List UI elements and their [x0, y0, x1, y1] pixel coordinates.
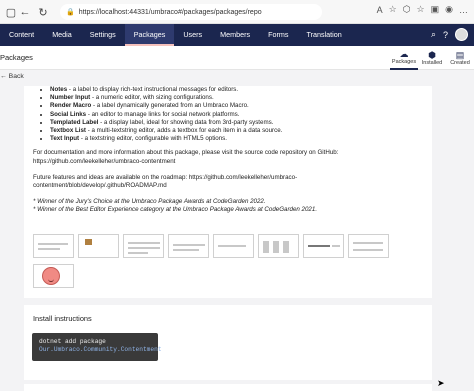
nav-icons: ⌕ ? — [431, 28, 468, 41]
reload-icon[interactable]: ↻ — [36, 5, 50, 19]
nav-forms[interactable]: Forms — [259, 24, 297, 46]
tab-icon[interactable]: ▢ — [4, 5, 18, 19]
list-item: Textbox List - a multi-textstring editor… — [50, 127, 423, 135]
screenshot-thumbnail[interactable] — [123, 234, 164, 258]
package-description: Notes - a label to display rich-text ins… — [24, 86, 432, 298]
nav-users[interactable]: Users — [174, 24, 211, 46]
editor-list: Notes - a label to display rich-text ins… — [33, 86, 423, 143]
favorite-icon[interactable]: ☆ — [389, 4, 397, 15]
editor-desc: - a label dynamically generated from an … — [91, 102, 249, 110]
editor-name: Notes — [50, 86, 68, 93]
back-link[interactable]: ← Back — [0, 70, 474, 86]
back-icon[interactable]: ← — [18, 5, 32, 19]
nav-media[interactable]: Media — [43, 24, 81, 46]
collections-icon[interactable]: ▣ — [431, 4, 440, 15]
top-navigation: Content Media Settings Packages Users Me… — [0, 24, 474, 46]
screenshot-thumbnail[interactable] — [78, 234, 119, 258]
nav-settings[interactable]: Settings — [81, 24, 125, 46]
next-card — [24, 384, 432, 391]
screenshot-thumbnail[interactable] — [213, 234, 254, 258]
roadmap-text: Future features and ideas are available … — [33, 173, 298, 190]
list-item: Render Macro - a label dynamically gener… — [50, 102, 423, 110]
section-header: Packages ☁ Packages ⬢ Installed ▤ Create… — [0, 46, 474, 70]
tab-installed[interactable]: ⬢ Installed — [418, 46, 446, 70]
editor-name: Number Input — [50, 94, 91, 102]
editor-desc: - a label to display rich-text instructi… — [67, 86, 239, 93]
package-name: Our.Umbraco.Community.Contentment — [39, 346, 162, 353]
editor-desc: - a multi-textstring editor, adds a text… — [85, 127, 283, 135]
command-text: dotnet add package — [39, 338, 106, 345]
screenshot-thumbnail[interactable] — [168, 234, 209, 258]
tab-packages[interactable]: ☁ Packages — [390, 46, 418, 70]
award-text: * Winner of the Jury's Choice at the Umb… — [33, 198, 266, 206]
editor-name: Textbox List — [50, 127, 86, 135]
box-icon: ⬢ — [428, 50, 436, 60]
tab-label: Created — [450, 60, 470, 66]
nav-translation[interactable]: Translation — [297, 24, 350, 46]
editor-name: Text Input — [50, 135, 80, 143]
extensions-icon[interactable]: ⬡ — [403, 4, 411, 15]
tab-label: Packages — [391, 59, 417, 65]
award-text: * Winner of the Best Editor Experience c… — [33, 206, 318, 214]
smiley-icon — [42, 267, 60, 285]
help-icon[interactable]: ? — [443, 30, 448, 40]
editor-desc: - a display label, ideal for showing dat… — [98, 118, 274, 126]
nav-packages[interactable]: Packages — [124, 24, 175, 46]
screenshot-thumbnail[interactable] — [258, 234, 299, 258]
list-item: Number Input - a numeric editor, with si… — [50, 94, 423, 102]
install-title: Install instructions — [33, 314, 92, 323]
screenshot-thumbnail[interactable] — [303, 234, 344, 258]
nav-content[interactable]: Content — [0, 24, 43, 46]
install-command[interactable]: dotnet add package Our.Umbraco.Community… — [32, 333, 162, 361]
document-icon: ▤ — [455, 50, 465, 60]
avatar[interactable] — [455, 28, 468, 41]
more-icon[interactable]: … — [459, 5, 468, 15]
install-instructions: Install instructions dotnet add package … — [24, 305, 432, 380]
browser-toolbar: ▢ ← ↻ 🔒 https://localhost:44331/umbraco#… — [0, 0, 474, 24]
screenshot-thumbnail[interactable] — [348, 234, 389, 258]
favorites-icon[interactable]: ☆ — [417, 4, 425, 15]
address-bar[interactable]: 🔒 https://localhost:44331/umbraco#/packa… — [60, 4, 322, 20]
editor-desc: - an editor to manage links for social n… — [86, 110, 240, 118]
list-item: Social Links - an editor to manage links… — [50, 111, 423, 119]
editor-name: Templated Label — [50, 118, 99, 126]
tab-label: Installed — [421, 60, 443, 66]
editor-desc: - a textstring editor, configurable with… — [79, 135, 227, 143]
editor-name: Render Macro — [50, 102, 92, 110]
editor-desc: - a numeric editor, with sizing configur… — [90, 94, 214, 102]
list-item: Text Input - a textstring editor, config… — [50, 135, 423, 143]
lock-icon: 🔒 — [66, 9, 75, 16]
address-text: https://localhost:44331/umbraco#/package… — [78, 8, 262, 16]
documentation-text: For documentation and more information a… — [33, 149, 339, 165]
nav-members[interactable]: Members — [211, 24, 259, 46]
read-aloud-icon[interactable]: A — [377, 5, 383, 15]
search-icon[interactable]: ⌕ — [431, 29, 436, 40]
app-tabs: ☁ Packages ⬢ Installed ▤ Created — [390, 46, 474, 70]
browser-actions: A ☆ ⬡ ☆ ▣ ◉ … — [377, 4, 468, 15]
page-title: Packages — [0, 53, 33, 62]
mouse-cursor-icon: ➤ — [437, 378, 445, 388]
list-item: Templated Label - a display label, ideal… — [50, 119, 423, 127]
screenshot-thumbnail[interactable] — [33, 264, 74, 288]
tab-created[interactable]: ▤ Created — [446, 46, 474, 70]
profile-icon[interactable]: ◉ — [445, 4, 453, 15]
cloud-icon: ☁ — [399, 49, 409, 59]
screenshot-thumbnail[interactable] — [33, 234, 74, 258]
list-item: Notes - a label to display rich-text ins… — [50, 86, 423, 94]
editor-name: Social Links — [50, 110, 87, 118]
